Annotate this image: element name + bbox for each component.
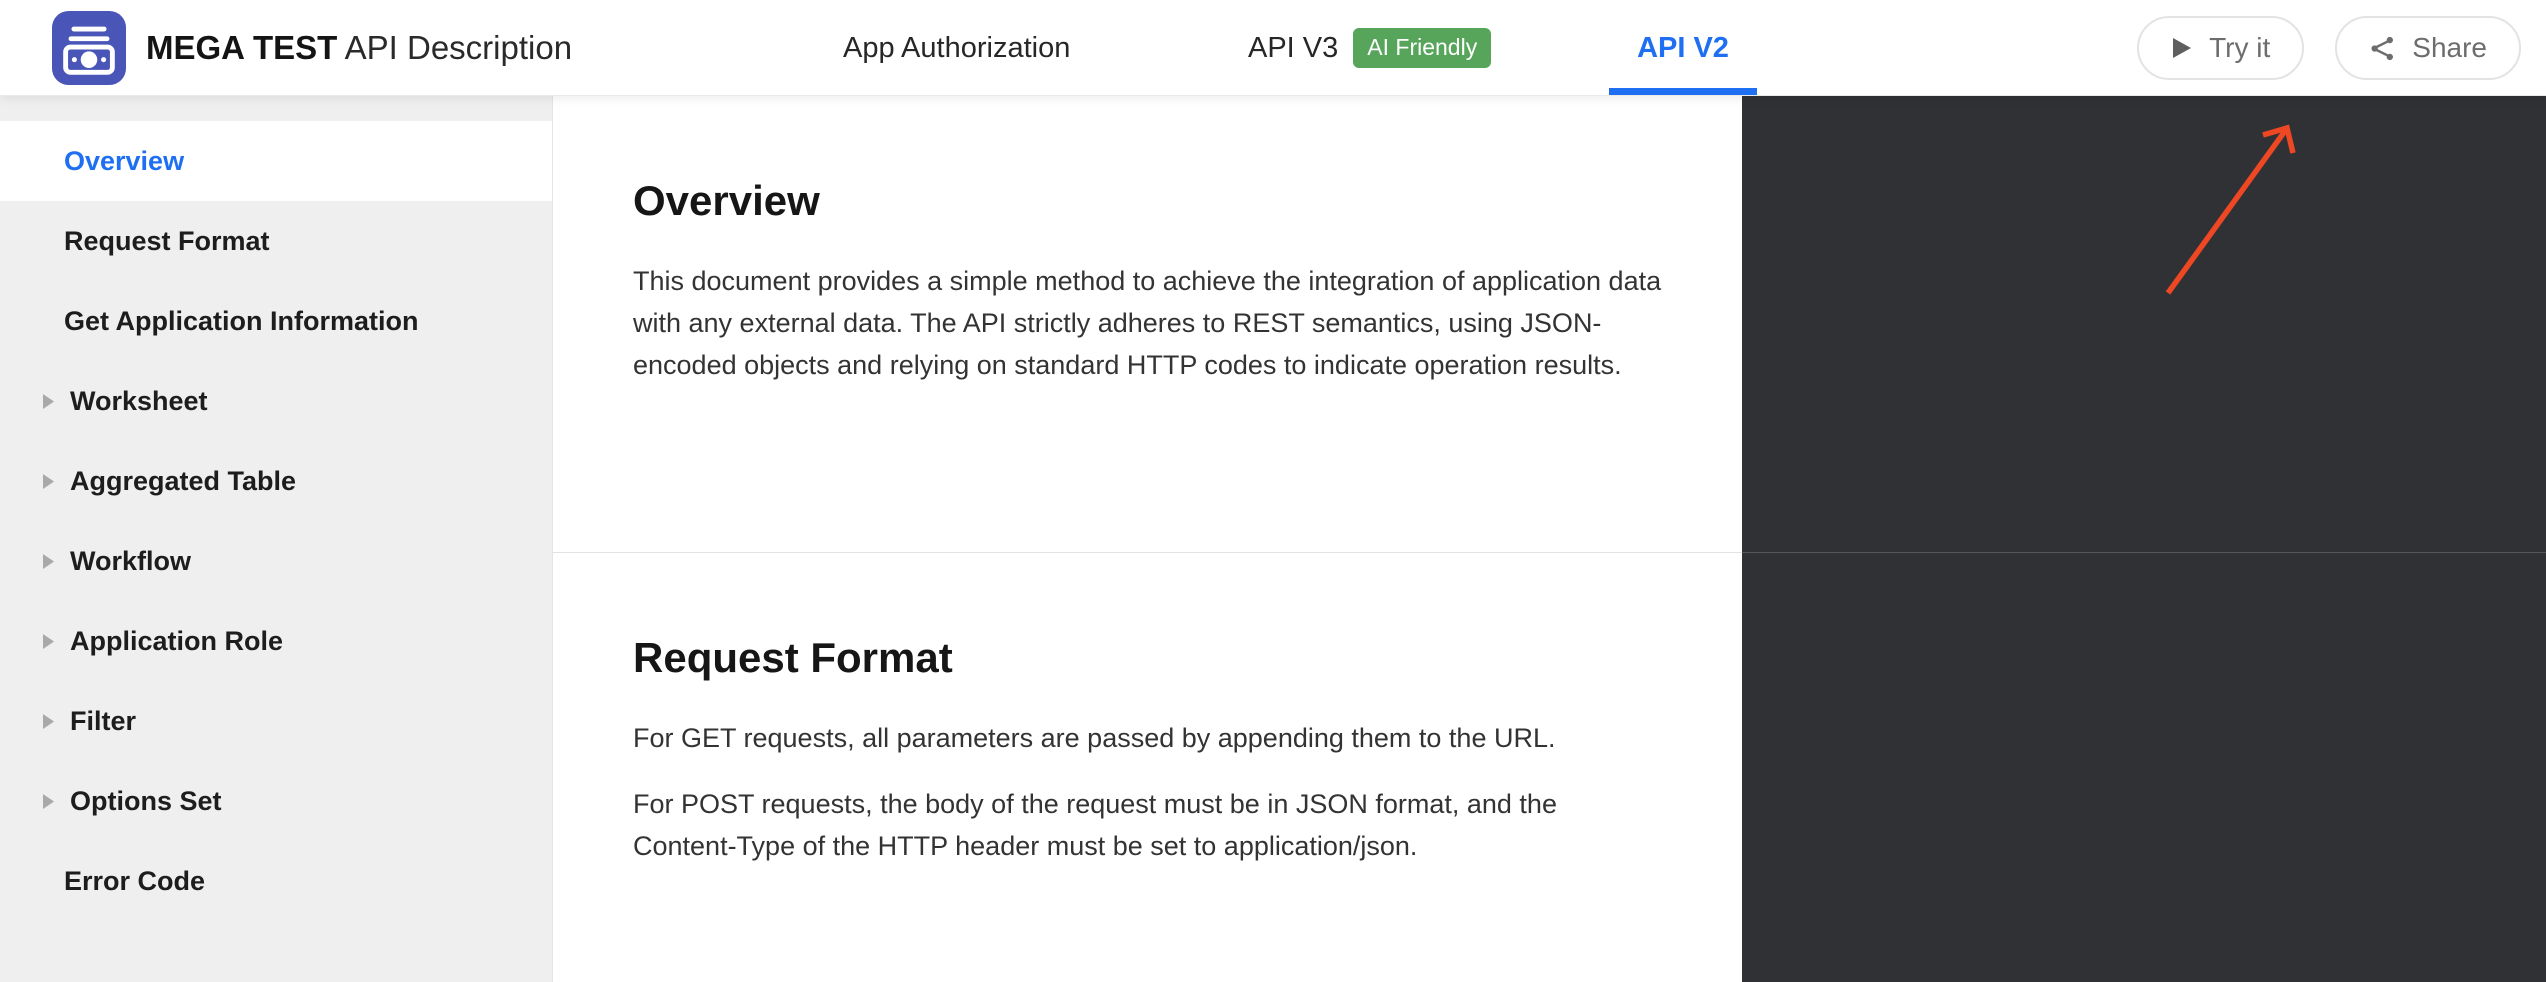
sidebar-item-label: Worksheet [70,385,208,416]
sidebar-item-request-format[interactable]: Request Format [0,201,552,281]
code-panel [1742,553,2546,982]
sidebar-item-error-code[interactable]: Error Code [0,841,552,921]
brand: MEGA TEST API Description [52,0,572,96]
brand-subtitle: API Description [344,29,573,66]
tab-api-v3-label: API V3 [1248,31,1339,64]
red-arrow-annotation [2165,124,2296,295]
sidebar-item-options-set[interactable]: Options Set [0,761,552,841]
try-it-label: Try it [2209,32,2271,63]
active-tab-underline [1609,88,1757,95]
tab-app-authorization[interactable]: App Authorization [843,0,1070,96]
header-actions: Try it Share [2137,16,2521,80]
sidebar: Overview Request Format Get Application … [0,96,553,982]
body: Overview Request Format Get Application … [0,96,2546,982]
chevron-right-icon [43,473,54,489]
chevron-right-icon [43,553,54,569]
brand-name: MEGA TEST [146,29,338,66]
share-button[interactable]: Share [2335,16,2521,80]
chevron-right-icon [43,633,54,649]
tab-api-v2[interactable]: API V2 [1609,0,1757,96]
section-paragraph: For POST requests, the body of the reque… [633,789,1557,862]
sidebar-item-aggregated-table[interactable]: Aggregated Table [0,441,552,521]
play-icon [2173,38,2192,58]
doc-column: Request Format For GET requests, all par… [553,553,1742,982]
sidebar-item-label: Request Format [64,225,270,256]
ai-friendly-badge: AI Friendly [1353,28,1492,68]
chevron-right-icon [43,713,54,729]
section-heading: Overview [633,177,820,224]
page-title: MEGA TEST API Description [146,29,572,67]
chevron-right-icon [43,793,54,809]
sidebar-item-label: Options Set [70,785,222,816]
share-label: Share [2412,32,2487,63]
sidebar-item-label: Get Application Information [64,305,419,336]
chevron-right-icon [43,393,54,409]
sidebar-item-label: Aggregated Table [70,465,297,496]
header: MEGA TEST API Description App Authorizat… [0,0,2546,96]
doc-column: Overview This document provides a simple… [553,96,1742,553]
money-app-logo-icon [52,11,126,85]
sidebar-item-label: Overview [64,145,185,176]
share-icon [2371,36,2394,60]
sidebar-item-label: Application Role [70,625,284,656]
sidebar-item-worksheet[interactable]: Worksheet [0,361,552,441]
sidebar-item-label: Filter [70,705,137,736]
code-panel [1742,96,2546,553]
main-content: Overview This document provides a simple… [553,96,2546,982]
section-overview: Overview This document provides a simple… [553,96,2546,553]
sidebar-item-overview[interactable]: Overview [0,121,552,201]
sidebar-item-get-application-information[interactable]: Get Application Information [0,281,552,361]
sidebar-item-workflow[interactable]: Workflow [0,521,552,601]
section-paragraph: This document provides a simple method t… [633,266,1662,381]
tab-api-v3[interactable]: API V3 AI Friendly [1248,0,1492,96]
sidebar-item-label: Workflow [70,545,191,576]
section-heading: Request Format [633,634,953,681]
sidebar-item-label: Error Code [64,865,206,896]
section-paragraph: For GET requests, all parameters are pas… [633,723,1556,754]
sidebar-item-application-role[interactable]: Application Role [0,601,552,681]
sidebar-item-filter[interactable]: Filter [0,681,552,761]
try-it-button[interactable]: Try it [2137,16,2305,80]
api-docs-page: MEGA TEST API Description App Authorizat… [0,0,2546,982]
tab-api-v2-label: API V2 [1637,31,1729,64]
tab-app-authorization-label: App Authorization [843,31,1071,64]
section-request-format: Request Format For GET requests, all par… [553,553,2546,982]
